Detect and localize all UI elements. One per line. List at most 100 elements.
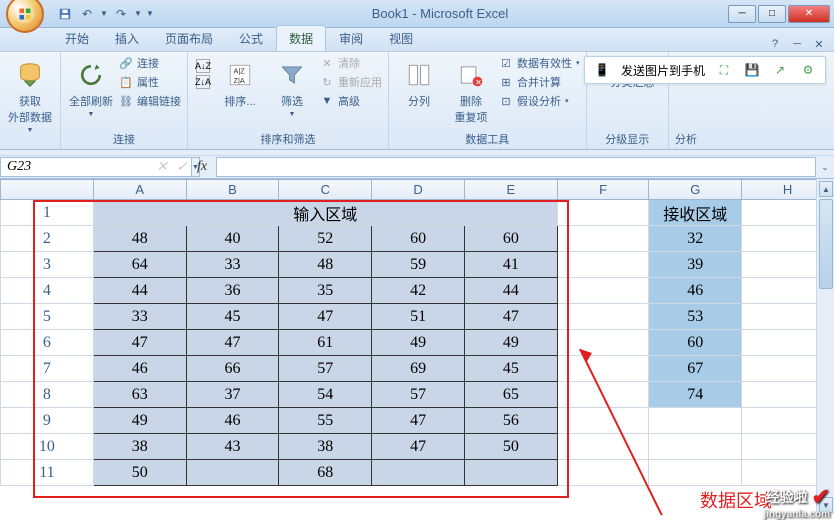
cell[interactable]: 45 xyxy=(464,356,557,382)
cell[interactable]: 46 xyxy=(649,278,742,304)
cell[interactable]: 57 xyxy=(372,382,465,408)
cell[interactable]: 41 xyxy=(464,252,557,278)
col-header[interactable]: D xyxy=(372,180,465,200)
undo-icon[interactable]: ↶ xyxy=(78,5,96,23)
refresh-all-button[interactable]: 全部刷新 ▼ xyxy=(67,55,115,122)
advanced-button[interactable]: ▼高级 xyxy=(320,93,382,109)
cell[interactable] xyxy=(557,278,649,304)
cell[interactable]: 38 xyxy=(279,434,372,460)
tab-home[interactable]: 开始 xyxy=(52,25,102,51)
doc-close-icon[interactable]: ✕ xyxy=(812,37,826,51)
cell[interactable]: 55 xyxy=(279,408,372,434)
cell[interactable] xyxy=(557,304,649,330)
cell[interactable] xyxy=(464,460,557,486)
cell[interactable]: 33 xyxy=(93,304,186,330)
consolidate-button[interactable]: ⊞合并计算 xyxy=(499,74,580,90)
ext-save-icon[interactable]: 💾 xyxy=(743,61,761,79)
row-header[interactable]: 1 xyxy=(1,200,94,226)
row-header[interactable]: 8 xyxy=(1,382,94,408)
cell[interactable]: 48 xyxy=(93,226,186,252)
help-icon[interactable]: ? xyxy=(768,37,782,51)
connections-button[interactable]: 🔗连接 xyxy=(119,55,181,71)
row-header[interactable]: 3 xyxy=(1,252,94,278)
clear-button[interactable]: ✕清除 xyxy=(320,55,382,71)
cell[interactable]: 40 xyxy=(186,226,279,252)
cell[interactable]: 52 xyxy=(279,226,372,252)
cell[interactable]: 46 xyxy=(186,408,279,434)
cell[interactable]: 64 xyxy=(93,252,186,278)
row-header[interactable]: 4 xyxy=(1,278,94,304)
cell[interactable]: 47 xyxy=(464,304,557,330)
col-header[interactable]: C xyxy=(279,180,372,200)
cell[interactable]: 33 xyxy=(186,252,279,278)
cell[interactable]: 47 xyxy=(372,408,465,434)
cell[interactable]: 47 xyxy=(93,330,186,356)
scroll-thumb[interactable] xyxy=(819,199,833,289)
cell[interactable]: 61 xyxy=(279,330,372,356)
edit-links-button[interactable]: ⛓编辑链接 xyxy=(119,93,181,109)
sort-asc-button[interactable]: A↓Z xyxy=(196,59,210,73)
cell[interactable]: 36 xyxy=(186,278,279,304)
cell[interactable]: 38 xyxy=(93,434,186,460)
row-header[interactable]: 6 xyxy=(1,330,94,356)
col-header[interactable]: F xyxy=(557,180,649,200)
qat-customize[interactable]: ▼ xyxy=(146,9,154,18)
row-header[interactable]: 9 xyxy=(1,408,94,434)
cell[interactable]: 44 xyxy=(464,278,557,304)
ext-close-icon[interactable]: ⛶ xyxy=(715,61,733,79)
cell[interactable]: 50 xyxy=(464,434,557,460)
save-icon[interactable] xyxy=(56,5,74,23)
sort-button[interactable]: A|ZZ|A 排序... xyxy=(216,55,264,113)
cell[interactable]: 46 xyxy=(93,356,186,382)
sort-desc-button[interactable]: Z↓A xyxy=(196,75,210,89)
fx-icon[interactable]: fx xyxy=(194,159,210,175)
cell[interactable]: 接收区域 xyxy=(649,200,742,226)
cell[interactable]: 66 xyxy=(186,356,279,382)
send-to-phone-button[interactable]: 发送图片到手机 xyxy=(621,62,705,79)
cell[interactable]: 32 xyxy=(649,226,742,252)
col-header[interactable]: G xyxy=(649,180,742,200)
row-header[interactable]: 11 xyxy=(1,460,94,486)
select-all-corner[interactable] xyxy=(1,180,94,200)
row-header[interactable]: 2 xyxy=(1,226,94,252)
tab-formulas[interactable]: 公式 xyxy=(226,25,276,51)
cell[interactable]: 53 xyxy=(649,304,742,330)
cell[interactable]: 56 xyxy=(464,408,557,434)
ribbon-minimize-icon[interactable]: ─ xyxy=(790,37,804,51)
filter-button[interactable]: 筛选 ▼ xyxy=(268,55,316,122)
redo-icon[interactable]: ↷ xyxy=(112,5,130,23)
tab-data[interactable]: 数据 xyxy=(276,25,326,51)
cell[interactable]: 63 xyxy=(93,382,186,408)
row-header[interactable]: 5 xyxy=(1,304,94,330)
close-button[interactable]: ✕ xyxy=(788,5,830,23)
data-validation-button[interactable]: ☑数据有效性▾ xyxy=(499,55,580,71)
cell[interactable]: 49 xyxy=(372,330,465,356)
cell[interactable]: 49 xyxy=(464,330,557,356)
ext-gear-icon[interactable]: ⚙ xyxy=(799,61,817,79)
cell[interactable]: 60 xyxy=(372,226,465,252)
ext-share-icon[interactable]: ↗ xyxy=(771,61,789,79)
cell[interactable] xyxy=(372,460,465,486)
undo-dropdown[interactable]: ▼ xyxy=(100,9,108,18)
formula-input[interactable] xyxy=(216,157,816,177)
maximize-button[interactable]: □ xyxy=(758,5,786,23)
cell[interactable] xyxy=(557,252,649,278)
fb-expand-icon[interactable]: ⌄ xyxy=(816,162,834,173)
tab-insert[interactable]: 插入 xyxy=(102,25,152,51)
cell[interactable] xyxy=(186,460,279,486)
tab-view[interactable]: 视图 xyxy=(376,25,426,51)
cell[interactable] xyxy=(557,200,649,226)
minimize-button[interactable]: ─ xyxy=(728,5,756,23)
cell[interactable]: 68 xyxy=(279,460,372,486)
cell[interactable]: 65 xyxy=(464,382,557,408)
tab-review[interactable]: 审阅 xyxy=(326,25,376,51)
cell[interactable] xyxy=(557,226,649,252)
scroll-up-icon[interactable]: ▲ xyxy=(819,181,833,197)
cell[interactable]: 49 xyxy=(93,408,186,434)
cell[interactable]: 输入区域 xyxy=(93,200,557,226)
cell[interactable]: 48 xyxy=(279,252,372,278)
cell[interactable]: 57 xyxy=(279,356,372,382)
cell[interactable]: 43 xyxy=(186,434,279,460)
cell[interactable]: 50 xyxy=(93,460,186,486)
cell[interactable]: 42 xyxy=(372,278,465,304)
